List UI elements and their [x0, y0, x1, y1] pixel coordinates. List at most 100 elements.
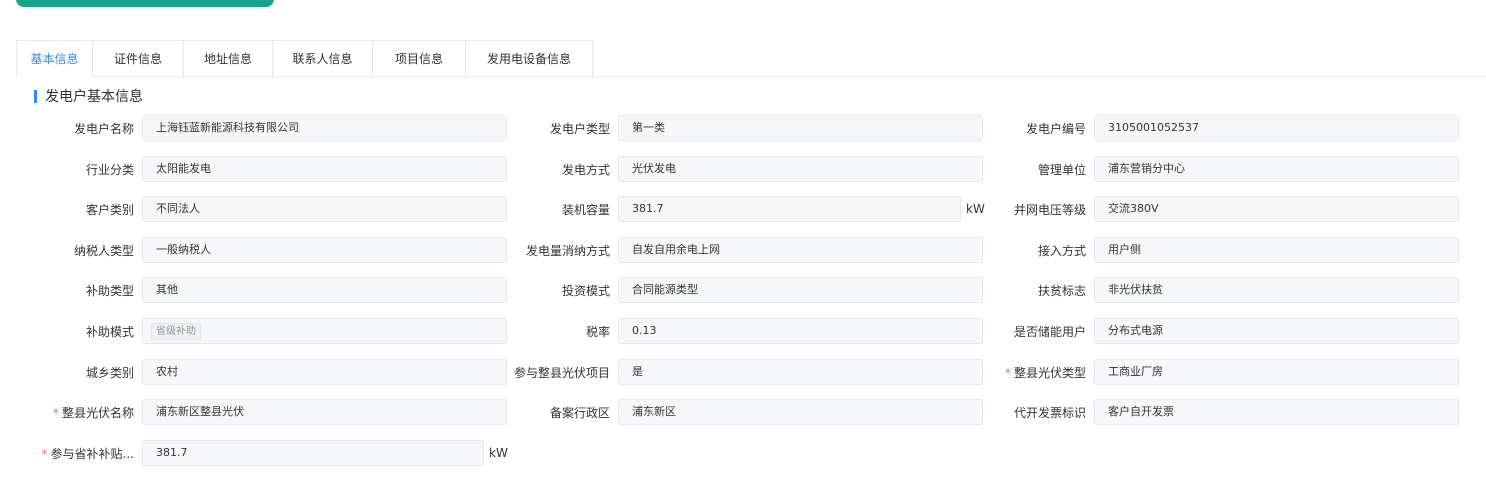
form-input-value: 上海钰蓝新能源科技有限公司 [156, 121, 299, 134]
form-label: 发电方式 [506, 161, 618, 178]
form-field: 参与整县光伏项目 是 [506, 359, 983, 385]
form-field: 行业分类 太阳能发电 [30, 156, 507, 182]
form-label-text: 发电户名称 [73, 121, 134, 136]
form-label: 是否储能用户 [982, 323, 1094, 340]
form-field: 纳税人类型 一般纳税人 [30, 237, 507, 263]
form-field: 城乡类别 农村 [30, 359, 507, 385]
section-title: 发电户基本信息 [34, 87, 143, 105]
form-label: 接入方式 [982, 242, 1094, 259]
tab-project-info[interactable]: 项目信息 [372, 40, 465, 77]
tab-address-info[interactable]: 地址信息 [183, 40, 272, 77]
form-label-text: 管理单位 [1037, 162, 1086, 177]
form-label-text: 补助类型 [85, 283, 134, 298]
required-mark: * [52, 405, 59, 420]
form-label: 补助模式 [30, 323, 142, 340]
form-input-value: 不同法人 [156, 202, 200, 215]
form-input[interactable]: 第一类 [618, 115, 983, 141]
form-input[interactable]: 客户自开发票 [1094, 399, 1459, 425]
form-input[interactable]: 其他 [142, 277, 507, 303]
section-title-text: 发电户基本信息 [45, 89, 143, 105]
form-label: 备案行政区 [506, 404, 618, 421]
form-input-value: 浦东新区 [632, 405, 676, 418]
form-input[interactable]: 一般纳税人 [142, 237, 507, 263]
tab-certificate-info[interactable]: 证件信息 [92, 40, 183, 77]
form-label-text: 补助模式 [85, 324, 134, 339]
form-input-value: 非光伏扶贫 [1108, 283, 1163, 296]
top-action-button[interactable] [16, 0, 274, 7]
form-input-value: 交流380V [1108, 202, 1159, 215]
form-field: 补助模式 省级补助 [30, 318, 507, 344]
required-mark: * [41, 446, 48, 461]
form-field: 扶贫标志 非光伏扶贫 [982, 277, 1459, 303]
unit-label: kW [489, 446, 508, 460]
form-label-text: 发电量消纳方式 [525, 243, 610, 258]
form-input[interactable]: 工商业厂房 [1094, 359, 1459, 385]
form-input[interactable]: 太阳能发电 [142, 156, 507, 182]
form-field: 发电量消纳方式 自发自用余电上网 [506, 237, 983, 263]
form-input[interactable]: 381.7 [618, 196, 961, 222]
form-input[interactable]: 浦东营销分中心 [1094, 156, 1459, 182]
form-label: 补助类型 [30, 282, 142, 299]
form-field: 投资模式 合同能源类型 [506, 277, 983, 303]
tab-equipment-info[interactable]: 发用电设备信息 [465, 40, 593, 77]
form-label-text: 客户类别 [85, 202, 134, 217]
form-input[interactable]: 交流380V [1094, 196, 1459, 222]
form-field: * 整县光伏名称 浦东新区整县光伏 [30, 399, 507, 425]
form-label-text: 城乡类别 [85, 365, 134, 380]
form-label-text: 接入方式 [1037, 243, 1086, 258]
form-input-value: 0.13 [632, 324, 657, 337]
form-input-value: 是 [632, 365, 643, 378]
form-input[interactable]: 自发自用余电上网 [618, 237, 983, 263]
form-input[interactable]: 光伏发电 [618, 156, 983, 182]
form-input[interactable]: 非光伏扶贫 [1094, 277, 1459, 303]
form-label-text: 投资模式 [561, 283, 610, 298]
form-input[interactable]: 省级补助 [142, 318, 507, 344]
form-field: * 整县光伏类型 工商业厂房 [982, 359, 1459, 385]
form-label-text: 装机容量 [561, 202, 610, 217]
form-input[interactable]: 农村 [142, 359, 507, 385]
form-input[interactable]: 用户侧 [1094, 237, 1459, 263]
form-input-value: 381.7 [632, 202, 664, 215]
form-input-value: 合同能源类型 [632, 283, 698, 296]
form-label-text: 参与省补补贴... [50, 446, 134, 461]
form-label: 城乡类别 [30, 364, 142, 381]
form-input[interactable]: 381.7 [142, 440, 484, 466]
form-field: 发电户编号 3105001052537 [982, 115, 1459, 141]
form-input[interactable]: 浦东新区整县光伏 [142, 399, 507, 425]
form-input-value: 一般纳税人 [156, 243, 211, 256]
form-input[interactable]: 是 [618, 359, 983, 385]
form-label-text: 是否储能用户 [1013, 324, 1086, 339]
form-label: * 参与省补补贴... [30, 445, 142, 462]
form-field: * 参与省补补贴... 381.7 kW [30, 440, 508, 466]
tab-basic-info[interactable]: 基本信息 [16, 40, 92, 77]
form-field: 备案行政区 浦东新区 [506, 399, 983, 425]
form-field: 发电户类型 第一类 [506, 115, 983, 141]
form-input[interactable]: 3105001052537 [1094, 115, 1459, 141]
form-label: 税率 [506, 323, 618, 340]
form-input-value: 光伏发电 [632, 162, 676, 175]
form-field: 税率 0.13 [506, 318, 983, 344]
required-mark: * [1004, 365, 1011, 380]
tab-contact-info[interactable]: 联系人信息 [272, 40, 372, 77]
form-label-text: 备案行政区 [549, 405, 610, 420]
form-input[interactable]: 0.13 [618, 318, 983, 344]
form-field: 发电方式 光伏发电 [506, 156, 983, 182]
form-label-text: 参与整县光伏项目 [513, 365, 610, 380]
form-input[interactable]: 合同能源类型 [618, 277, 983, 303]
section-accent-bar [34, 89, 37, 103]
form-input-value: 浦东新区整县光伏 [156, 405, 244, 418]
form-input[interactable]: 不同法人 [142, 196, 507, 222]
form-input-value: 工商业厂房 [1108, 365, 1163, 378]
form-field: 是否储能用户 分布式电源 [982, 318, 1459, 344]
form-label-text: 并网电压等级 [1013, 202, 1086, 217]
form-label: 代开发票标识 [982, 404, 1094, 421]
form-field: 客户类别 不同法人 [30, 196, 507, 222]
form-input[interactable]: 上海钰蓝新能源科技有限公司 [142, 115, 507, 141]
form-input-value: 381.7 [156, 446, 188, 459]
form-label-text: 发电户类型 [549, 121, 610, 136]
form-input-value: 用户侧 [1108, 243, 1141, 256]
form-input[interactable]: 浦东新区 [618, 399, 983, 425]
form-input[interactable]: 分布式电源 [1094, 318, 1459, 344]
form-label: 参与整县光伏项目 [506, 364, 618, 381]
form-label-text: 整县光伏名称 [61, 405, 134, 420]
